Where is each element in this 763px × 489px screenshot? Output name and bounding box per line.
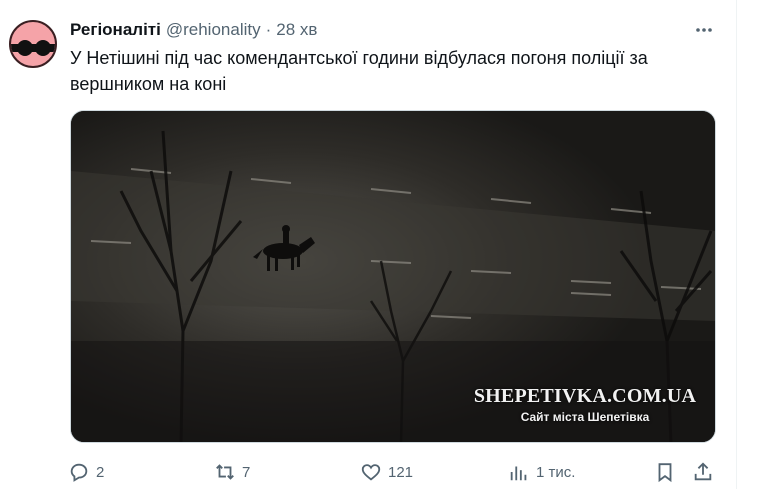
tweet-text: У Нетішині під час комендантської години… [70, 48, 648, 94]
reply-count: 2 [96, 463, 105, 481]
watermark-site: SHEPETIVKA.COM.UA [473, 385, 697, 407]
bookmark-icon [658, 463, 672, 483]
views-button[interactable]: 1 тис. [508, 458, 575, 486]
heart-icon [361, 464, 381, 481]
header-separator: · [265, 20, 272, 39]
more-icon [696, 28, 712, 32]
column-divider [736, 0, 737, 489]
reply-button[interactable]: 2 [68, 458, 104, 486]
tweet-header: Регіоналіті @rehionality · 28 хв [70, 19, 317, 41]
avatar[interactable] [9, 20, 57, 68]
tweet-video[interactable]: SHEPETIVKA.COM.UA Сайт міста Шепетівка [70, 110, 716, 443]
author-name[interactable]: Регіоналіті [70, 20, 161, 40]
like-button[interactable]: 121 [360, 458, 413, 486]
retweet-icon [216, 464, 234, 480]
tweet-actions: 2 7 121 1 тис. [68, 458, 718, 486]
more-button[interactable] [690, 18, 718, 42]
retweet-button[interactable]: 7 [214, 458, 250, 486]
tweet-time[interactable]: 28 хв [276, 20, 317, 40]
watermark-caption: Сайт міста Шепетівка [520, 410, 650, 424]
share-button[interactable] [692, 458, 714, 486]
share-icon [694, 462, 712, 481]
views-icon [510, 466, 527, 481]
bookmark-button[interactable] [654, 458, 676, 486]
avatar-dot-right [35, 40, 51, 56]
retweet-count: 7 [242, 463, 251, 481]
like-count: 121 [388, 463, 414, 481]
reply-icon [70, 463, 88, 482]
view-count: 1 тис. [536, 463, 576, 481]
video-watermark: SHEPETIVKA.COM.UA Сайт міста Шепетівка [465, 385, 705, 424]
author-handle[interactable]: @rehionality [166, 20, 261, 40]
avatar-dot-left [17, 40, 33, 56]
